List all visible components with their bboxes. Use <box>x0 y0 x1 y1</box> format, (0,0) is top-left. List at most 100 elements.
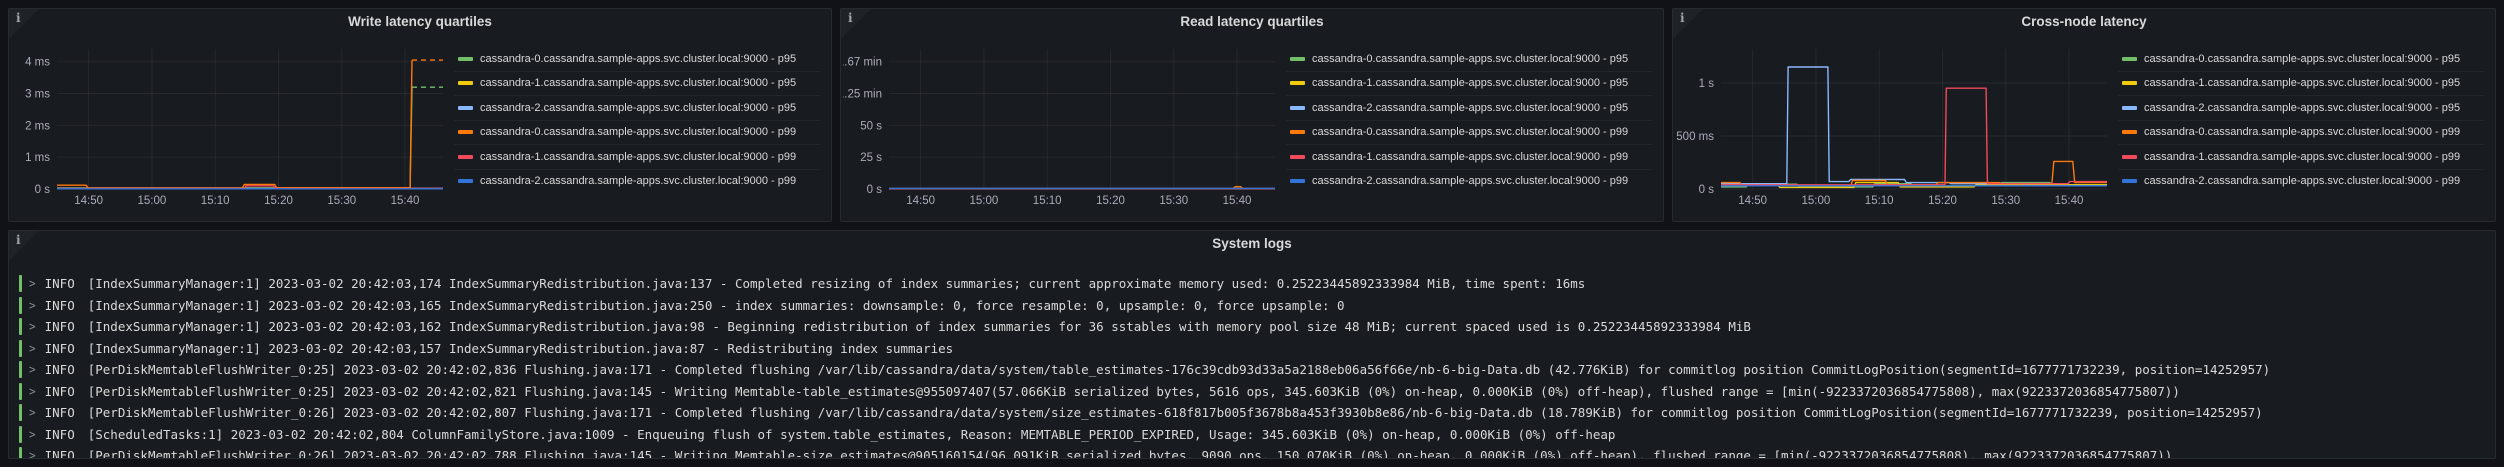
legend-item[interactable]: cassandra-2.cassandra.sample-apps.svc.cl… <box>2118 96 2485 121</box>
log-row[interactable]: >INFO[PerDiskMemtableFlushWriter_0:25] 2… <box>19 381 2487 403</box>
legend-swatch-icon <box>458 106 473 110</box>
log-level: INFO <box>45 298 75 313</box>
log-message: [IndexSummaryManager:1] 2023-03-02 20:42… <box>88 298 1345 313</box>
legend-swatch-icon <box>1290 179 1305 183</box>
legend-item[interactable]: cassandra-0.cassandra.sample-apps.svc.cl… <box>2118 121 2485 146</box>
legend-item[interactable]: cassandra-2.cassandra.sample-apps.svc.cl… <box>1286 170 1653 194</box>
legend-item[interactable]: cassandra-1.cassandra.sample-apps.svc.cl… <box>2118 145 2485 170</box>
x-axis-tick-label: 15:20 <box>264 195 293 207</box>
panel-title[interactable]: Write latency quartiles <box>9 9 831 35</box>
legend-label: cassandra-2.cassandra.sample-apps.svc.cl… <box>2144 102 2460 114</box>
log-level: INFO <box>45 448 75 459</box>
legend-swatch-icon <box>1290 155 1305 159</box>
log-level: INFO <box>45 362 75 377</box>
log-row[interactable]: >INFO[PerDiskMemtableFlushWriter_0:26] 2… <box>19 402 2487 424</box>
legend-swatch-icon <box>458 81 473 85</box>
x-axis-tick-label: 15:00 <box>970 195 999 207</box>
legend-item[interactable]: cassandra-2.cassandra.sample-apps.svc.cl… <box>454 170 821 194</box>
legend-label: cassandra-1.cassandra.sample-apps.svc.cl… <box>1312 77 1628 89</box>
y-axis-tick-label: 1.67 min <box>843 57 882 69</box>
legend-swatch-icon <box>458 57 473 61</box>
panel-write-latency-quartiles: i Write latency quartiles 0 s1 ms2 ms3 m… <box>8 8 832 222</box>
chevron-right-icon[interactable]: > <box>29 362 36 377</box>
legend-label: cassandra-2.cassandra.sample-apps.svc.cl… <box>1312 102 1628 114</box>
legend-item[interactable]: cassandra-0.cassandra.sample-apps.svc.cl… <box>2118 47 2485 72</box>
log-message: [PerDiskMemtableFlushWriter_0:26] 2023-0… <box>88 448 2173 459</box>
legend-item[interactable]: cassandra-1.cassandra.sample-apps.svc.cl… <box>454 145 821 170</box>
legend-label: cassandra-1.cassandra.sample-apps.svc.cl… <box>1312 151 1628 163</box>
x-axis-tick-label: 15:40 <box>391 195 420 207</box>
legend-item[interactable]: cassandra-2.cassandra.sample-apps.svc.cl… <box>1286 96 1653 121</box>
log-message: [IndexSummaryManager:1] 2023-03-02 20:42… <box>88 341 953 356</box>
log-row[interactable]: >INFO[IndexSummaryManager:1] 2023-03-02 … <box>19 273 2487 295</box>
x-axis-tick-label: 14:50 <box>906 195 935 207</box>
legend-item[interactable]: cassandra-1.cassandra.sample-apps.svc.cl… <box>454 72 821 97</box>
chevron-right-icon[interactable]: > <box>29 276 36 291</box>
series-lines <box>889 187 1275 189</box>
time-series-plot[interactable]: 0 s1 ms2 ms3 ms4 ms14:5015:0015:1015:201… <box>11 41 448 213</box>
log-row[interactable]: >INFO[PerDiskMemtableFlushWriter_0:25] 2… <box>19 359 2487 381</box>
log-message: [IndexSummaryManager:1] 2023-03-02 20:42… <box>88 276 1586 291</box>
panel-title[interactable]: Cross-node latency <box>1673 9 2495 35</box>
legend: cassandra-0.cassandra.sample-apps.svc.cl… <box>454 47 821 222</box>
info-icon: i <box>848 11 853 25</box>
time-series-plot[interactable]: 0 s25 s50 s1.25 min1.67 min14:5015:0015:… <box>843 41 1280 213</box>
chevron-right-icon[interactable]: > <box>29 427 36 442</box>
legend-item[interactable]: cassandra-1.cassandra.sample-apps.svc.cl… <box>1286 145 1653 170</box>
legend-swatch-icon <box>458 130 473 134</box>
legend-swatch-icon <box>1290 81 1305 85</box>
log-message: [PerDiskMemtableFlushWriter_0:26] 2023-0… <box>88 405 2263 420</box>
legend-item[interactable]: cassandra-2.cassandra.sample-apps.svc.cl… <box>2118 170 2485 194</box>
legend-label: cassandra-0.cassandra.sample-apps.svc.cl… <box>480 126 796 138</box>
info-icon: i <box>1680 11 1685 25</box>
legend-item[interactable]: cassandra-0.cassandra.sample-apps.svc.cl… <box>454 47 821 72</box>
x-axis-tick-label: 15:10 <box>1033 195 1062 207</box>
log-level: INFO <box>45 341 75 356</box>
y-axis-tick-label: 0 s <box>1699 184 1715 196</box>
legend-swatch-icon <box>2122 57 2137 61</box>
y-axis-tick-label: 50 s <box>860 120 882 132</box>
legend-item[interactable]: cassandra-1.cassandra.sample-apps.svc.cl… <box>1286 72 1653 97</box>
x-axis-tick-label: 15:10 <box>201 195 230 207</box>
legend: cassandra-0.cassandra.sample-apps.svc.cl… <box>2118 47 2485 222</box>
y-axis-tick-label: 500 ms <box>1676 131 1714 143</box>
dashboard-top-row: i Write latency quartiles 0 s1 ms2 ms3 m… <box>8 8 2496 222</box>
chevron-right-icon[interactable]: > <box>29 405 36 420</box>
log-row[interactable]: > INFO [IndexSummaryManager:1] 2023-03-02 … <box>19 295 2487 317</box>
panel-read-latency-quartiles: i Read latency quartiles 0 s25 s50 s1.25… <box>840 8 1664 222</box>
log-level-bar <box>19 404 22 421</box>
log-row[interactable]: > INFO [PerDiskMemtableFlushWriter_0:26] 2… <box>19 445 2487 459</box>
log-row[interactable]: >INFO[ScheduledTasks:1] 2023-03-02 20:42… <box>19 424 2487 446</box>
log-level-bar <box>19 361 22 378</box>
panel-body: 0 s25 s50 s1.25 min1.67 min14:5015:0015:… <box>841 35 1663 222</box>
log-message: [PerDiskMemtableFlushWriter_0:25] 2023-0… <box>88 384 2180 399</box>
series-lines <box>1721 67 2107 187</box>
log-level-bar <box>19 340 22 357</box>
legend-swatch-icon <box>1290 130 1305 134</box>
panel-system-logs: i System logs >INFO[IndexSummaryManager:… <box>8 230 2496 459</box>
log-level: INFO <box>45 319 75 334</box>
legend-item[interactable]: cassandra-0.cassandra.sample-apps.svc.cl… <box>1286 47 1653 72</box>
time-series-plot[interactable]: 0 s500 ms1 s14:5015:0015:1015:2015:3015:… <box>1675 41 2112 213</box>
chevron-right-icon[interactable]: > <box>29 298 36 313</box>
x-axis-tick-label: 15:40 <box>2055 195 2084 207</box>
chevron-right-icon[interactable]: > <box>29 341 36 356</box>
legend-item[interactable]: cassandra-2.cassandra.sample-apps.svc.cl… <box>454 96 821 121</box>
legend-item[interactable]: cassandra-0.cassandra.sample-apps.svc.cl… <box>1286 121 1653 146</box>
chevron-right-icon[interactable]: > <box>29 319 36 334</box>
legend-item[interactable]: cassandra-1.cassandra.sample-apps.svc.cl… <box>2118 72 2485 97</box>
panel-cross-node-latency: i Cross-node latency 0 s500 ms1 s14:5015… <box>1672 8 2496 222</box>
legend-label: cassandra-0.cassandra.sample-apps.svc.cl… <box>1312 53 1628 65</box>
x-axis-tick-label: 15:30 <box>1159 195 1188 207</box>
log-level-bar <box>19 297 22 314</box>
log-row[interactable]: > INFO [IndexSummaryManager:1] 2023-03-02 … <box>19 338 2487 360</box>
chevron-right-icon[interactable]: > <box>29 384 36 399</box>
log-level-bar <box>19 318 22 335</box>
legend-item[interactable]: cassandra-0.cassandra.sample-apps.svc.cl… <box>454 121 821 146</box>
chevron-right-icon[interactable]: > <box>29 448 36 459</box>
panel-body: 0 s1 ms2 ms3 ms4 ms14:5015:0015:1015:201… <box>9 35 831 222</box>
log-row[interactable]: >INFO[IndexSummaryManager:1] 2023-03-02 … <box>19 316 2487 338</box>
panel-title[interactable]: Read latency quartiles <box>841 9 1663 35</box>
plot-grid <box>1721 49 2107 189</box>
panel-title[interactable]: System logs <box>9 231 2495 257</box>
